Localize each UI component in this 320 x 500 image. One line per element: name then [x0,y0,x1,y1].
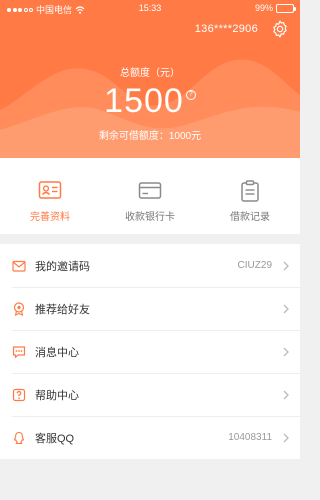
menu-list: 我的邀请码 CIUZ29 推荐给好友 消息中心 帮助中心 客服QQ 104083… [0,244,300,459]
message-icon [12,345,26,359]
menu-value: CIUZ29 [237,260,272,271]
menu-label: 客服QQ [35,432,75,445]
envelope-icon [12,259,26,273]
chevron-right-icon [283,390,289,399]
menu-item-help[interactable]: 帮助中心 [0,373,300,416]
bank-card-icon [138,182,162,199]
chevron-right-icon [283,261,289,270]
credit-amount: 1500 [104,82,184,120]
menu-item-messages[interactable]: 消息中心 [0,330,300,373]
chevron-right-icon [283,347,289,356]
menu-item-recommend[interactable]: 推荐给好友 [0,287,300,330]
remaining-credit: 剩余可借额度：1000元 [98,131,202,142]
help-icon [12,388,26,402]
battery-status: 99% [254,3,296,13]
chevron-right-icon [283,304,289,313]
menu-label: 帮助中心 [35,389,79,402]
menu-label: 消息中心 [35,346,79,359]
battery-icon [276,3,296,13]
battery-percent: 99% [254,3,273,13]
user-phone: 136****2906 [194,23,258,35]
quick-complete-profile[interactable]: 完善资料 [0,158,100,234]
gear-icon[interactable] [270,19,290,39]
menu-item-qq-service[interactable]: 客服QQ 10408311 [0,416,300,459]
menu-value: 10408311 [228,432,272,443]
clipboard-icon [241,180,259,202]
menu-item-invite-code[interactable]: 我的邀请码 CIUZ29 [0,244,300,287]
qq-icon [12,431,26,445]
help-icon[interactable]: ? [185,90,196,100]
quick-label: 收款银行卡 [125,212,175,223]
total-credit-label: 总额度（元） [120,68,180,79]
menu-label: 推荐给好友 [35,303,90,316]
credit-amount-row: 1500? [0,82,300,121]
menu-label: 我的邀请码 [35,260,90,273]
status-bar: 中国电信 15:33 99% [0,0,300,16]
quick-loan-records[interactable]: 借款记录 [200,158,300,234]
quick-bank-card[interactable]: 收款银行卡 [100,158,200,234]
quick-label: 借款记录 [230,212,270,223]
id-card-icon [38,181,62,199]
header-banner: 中国电信 15:33 99% 136****2906 总额度（元） 1500? … [0,0,300,158]
quick-actions: 完善资料 收款银行卡 借款记录 [0,158,300,234]
quick-label: 完善资料 [30,212,70,223]
award-icon [12,301,26,316]
chevron-right-icon [283,433,289,442]
